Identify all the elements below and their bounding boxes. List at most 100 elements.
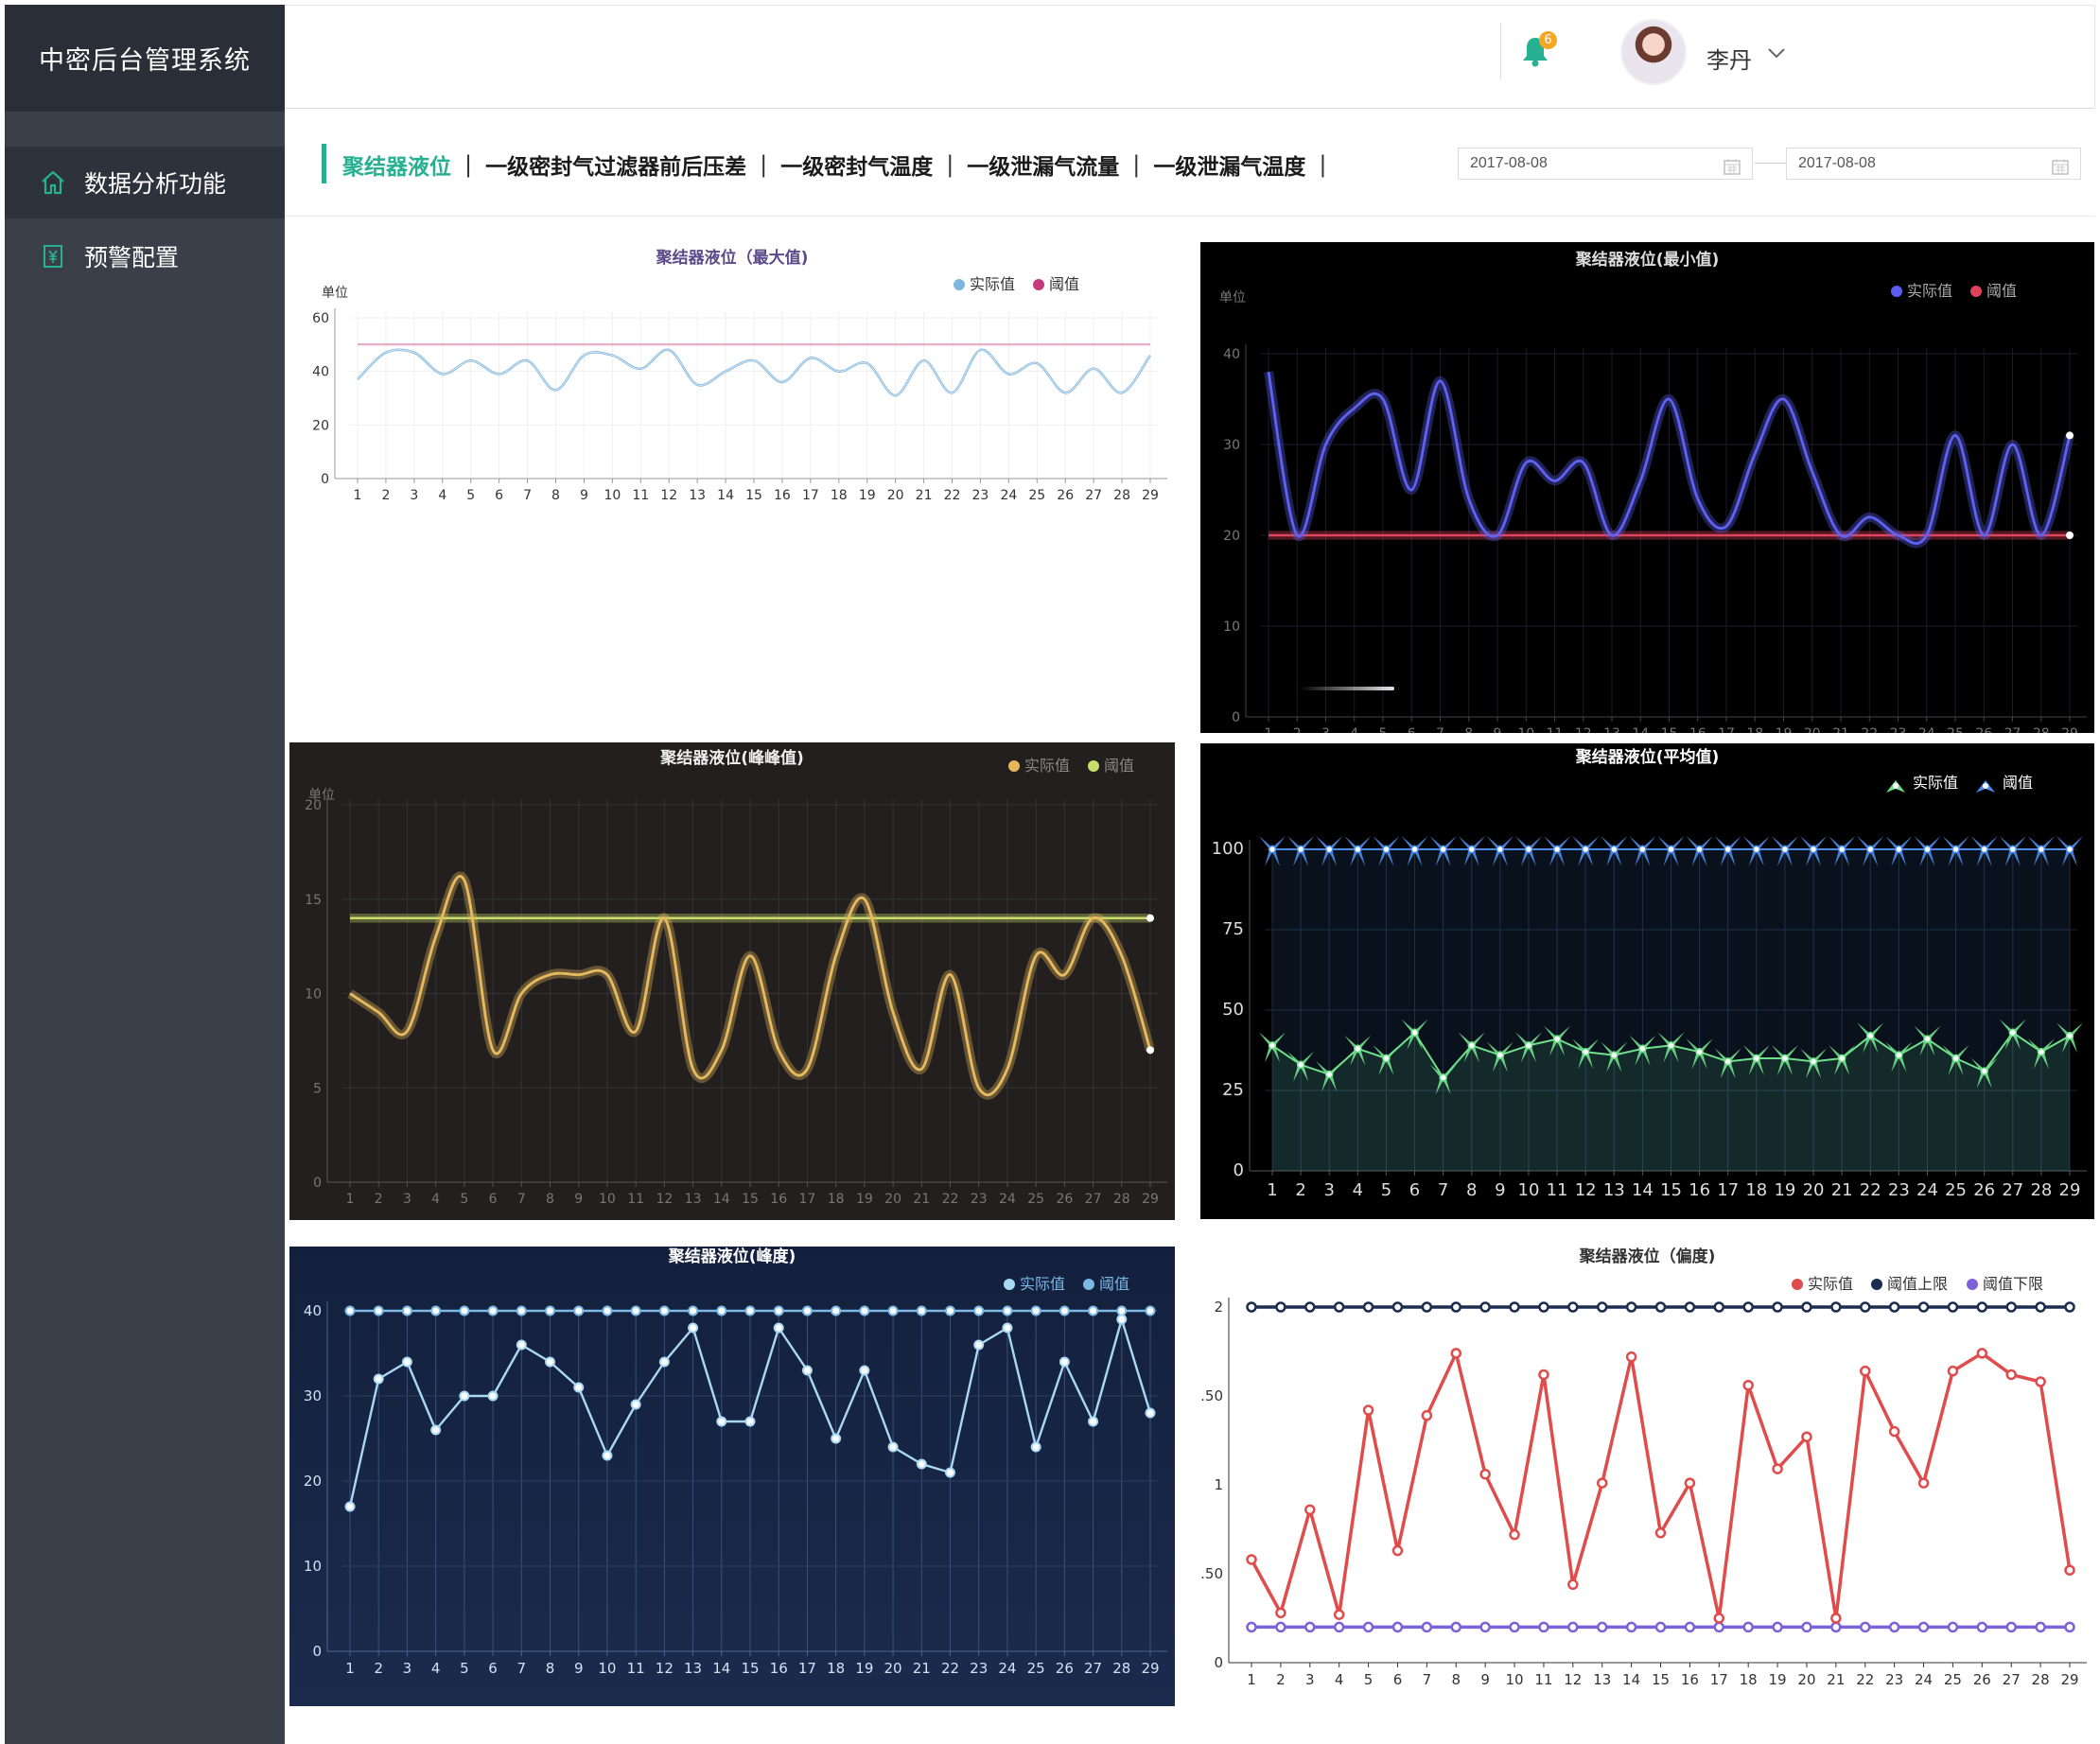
x-tick-label: 11	[627, 1192, 644, 1207]
tab-filter-pressure-diff[interactable]: 一级密封气过滤器前后压差	[485, 148, 746, 181]
data-point	[401, 1356, 412, 1368]
data-point	[1509, 1528, 1520, 1541]
data-point	[1362, 1404, 1374, 1416]
data-point	[1801, 1301, 1812, 1313]
x-tick-label: 28	[1113, 1192, 1130, 1207]
zoom-slider[interactable]	[1300, 687, 1394, 690]
data-point	[801, 1305, 813, 1317]
x-tick-label: 12	[1575, 1180, 1597, 1200]
calendar-icon[interactable]	[2052, 156, 2069, 175]
tab-leak-gas-temp[interactable]: 一级泄漏气温度	[1153, 148, 1305, 181]
sidebar-item-data-analysis[interactable]: 数据分析功能	[5, 147, 285, 218]
tab-leak-gas-flow[interactable]: 一级泄漏气流量	[967, 148, 1119, 181]
x-tick-label: 24	[1918, 726, 1935, 733]
x-tick-label: 23	[970, 1660, 988, 1677]
data-point	[945, 1467, 955, 1478]
data-point	[2035, 1376, 2046, 1387]
x-tick-label: 25	[1945, 1180, 1967, 1200]
y-tick-label: 10	[304, 1558, 322, 1575]
data-point	[1538, 1621, 1549, 1633]
x-tick-label: 6	[488, 1660, 498, 1677]
y-tick-label: 0	[1214, 1654, 1223, 1671]
tab-seal-gas-temp[interactable]: 一级密封气温度	[780, 148, 933, 181]
data-point	[430, 1305, 442, 1317]
tab-separator: |	[760, 151, 768, 178]
data-point	[1030, 1441, 1041, 1453]
sidebar-item-label: 预警配置	[84, 244, 180, 271]
x-tick-label: 20	[884, 1192, 901, 1207]
user-name[interactable]: 李丹	[1706, 42, 1752, 75]
data-point	[1684, 1301, 1696, 1313]
end-date-input[interactable]: 2017-08-08	[1786, 148, 2081, 180]
x-tick-label: 17	[1718, 726, 1735, 733]
data-point	[916, 1458, 927, 1470]
tab-separator: |	[1319, 151, 1327, 178]
x-tick-label: 7	[523, 488, 532, 503]
x-tick-label: 5	[1364, 1671, 1374, 1688]
data-point	[1654, 1621, 1667, 1633]
x-tick-label: 22	[944, 488, 961, 503]
y-tick-label: 20	[304, 1473, 322, 1490]
legend-label: 实际值	[1024, 757, 1070, 775]
y-tick-label: 10	[1223, 619, 1240, 635]
data-point	[1479, 1621, 1491, 1633]
chart-peak-to-peak: 聚结器液位(峰峰值) 单位 0 5 10 15 20 1 2 3 4 5 6 7 8 9 10 11 12 13 14 1…	[289, 742, 1175, 1220]
x-tick-label: 3	[403, 1660, 412, 1677]
x-tick-label: 26	[1056, 1192, 1073, 1207]
legend-label: 实际值	[970, 275, 1015, 293]
x-tick-label: 27	[2004, 726, 2021, 733]
y-tick-label: 0	[1234, 1160, 1244, 1180]
x-tick-label: 19	[1774, 1180, 1795, 1200]
data-point	[1450, 1348, 1461, 1359]
data-point	[1088, 1305, 1099, 1317]
data-point	[373, 1305, 384, 1317]
x-tick-label: 20	[1797, 1671, 1815, 1688]
x-tick-label: 19	[855, 1660, 873, 1677]
x-tick-label: 17	[798, 1660, 816, 1677]
data-point	[1246, 1301, 1257, 1313]
data-point	[1917, 1621, 1930, 1633]
legend-label: 实际值	[1913, 774, 1958, 792]
x-tick-label: 11	[1534, 1671, 1552, 1688]
x-tick-label: 3	[403, 1192, 411, 1207]
y-tick-label: 100	[1212, 839, 1244, 859]
x-tick-label: 17	[1717, 1180, 1739, 1200]
data-point	[2005, 1621, 2017, 1633]
data-point	[630, 1305, 641, 1317]
legend-symbol	[1967, 1279, 1978, 1290]
legend-symbol	[1792, 1279, 1803, 1290]
date-range-separator	[1755, 163, 1786, 164]
x-tick-label: 3	[410, 488, 418, 503]
calendar-icon[interactable]	[1724, 156, 1741, 175]
x-tick-label: 15	[1652, 1671, 1670, 1688]
tab-coalescer-level[interactable]: 聚结器液位	[342, 148, 451, 181]
x-tick-label: 8	[1451, 1671, 1461, 1688]
data-point	[1567, 1621, 1579, 1633]
data-point	[1801, 1621, 1812, 1633]
sidebar-item-warning-config[interactable]: 预警配置	[5, 220, 285, 292]
x-tick-label: 2	[1295, 1180, 1305, 1200]
avatar[interactable]	[1620, 19, 1687, 85]
series-end-dot	[1146, 914, 1154, 922]
data-point	[1450, 1301, 1461, 1313]
data-point	[1275, 1301, 1286, 1313]
x-tick-label: 5	[1381, 1180, 1391, 1200]
legend-label: 阈值	[1986, 282, 2017, 300]
x-tick-label: 7	[1436, 726, 1444, 733]
data-point	[1684, 1621, 1696, 1633]
data-point	[1509, 1301, 1520, 1313]
x-tick-label: 5	[1379, 726, 1388, 733]
x-tick-label: 16	[1689, 1180, 1710, 1200]
data-point	[916, 1305, 927, 1317]
tab-separator: |	[946, 151, 954, 178]
chevron-down-icon[interactable]	[1767, 45, 1786, 59]
data-point	[1246, 1621, 1257, 1633]
x-tick-label: 22	[1856, 1671, 1874, 1688]
start-date-input[interactable]: 2017-08-08	[1458, 148, 1753, 180]
data-point	[2064, 1621, 2075, 1633]
y-axis-label: 单位	[1219, 290, 1246, 305]
legend-label: 阈值	[1049, 275, 1079, 293]
chart-background	[1200, 242, 2094, 733]
data-point	[487, 1390, 499, 1402]
chart-max-value: 聚结器液位（最大值) 单位 0 20 40 60 1 2 3 4 5 6 7 8 9 10 11 12 13 14 15…	[289, 242, 1175, 724]
